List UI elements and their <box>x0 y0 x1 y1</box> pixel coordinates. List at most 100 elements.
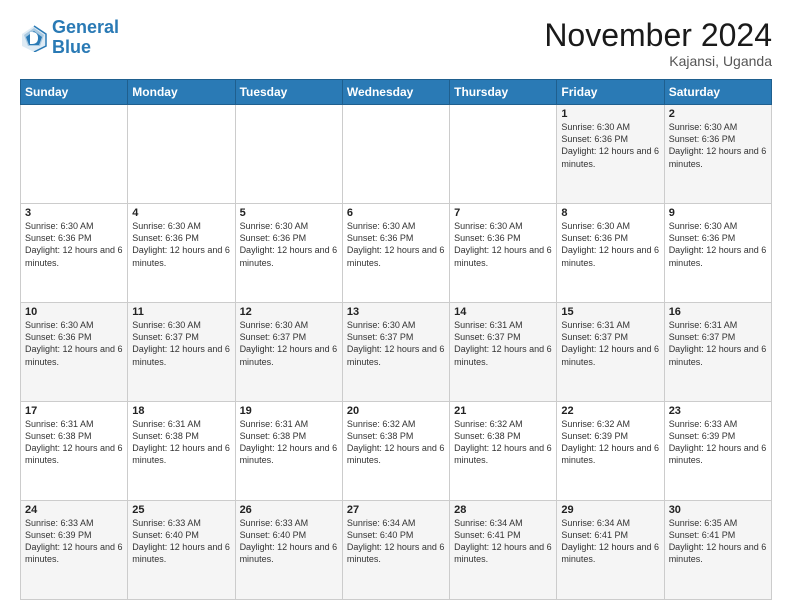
calendar-week-row: 10Sunrise: 6:30 AM Sunset: 6:36 PM Dayli… <box>21 303 772 402</box>
col-thursday: Thursday <box>450 80 557 105</box>
day-detail: Sunrise: 6:32 AM Sunset: 6:38 PM Dayligh… <box>454 418 552 467</box>
calendar-week-row: 17Sunrise: 6:31 AM Sunset: 6:38 PM Dayli… <box>21 402 772 501</box>
day-number: 3 <box>25 207 123 219</box>
day-number: 18 <box>132 405 230 417</box>
day-number: 11 <box>132 306 230 318</box>
calendar-cell: 7Sunrise: 6:30 AM Sunset: 6:36 PM Daylig… <box>450 204 557 303</box>
day-number: 16 <box>669 306 767 318</box>
calendar-cell <box>450 105 557 204</box>
day-number: 22 <box>561 405 659 417</box>
day-detail: Sunrise: 6:30 AM Sunset: 6:36 PM Dayligh… <box>454 220 552 269</box>
day-number: 10 <box>25 306 123 318</box>
calendar-cell <box>128 105 235 204</box>
day-detail: Sunrise: 6:33 AM Sunset: 6:40 PM Dayligh… <box>132 517 230 566</box>
calendar-cell: 12Sunrise: 6:30 AM Sunset: 6:37 PM Dayli… <box>235 303 342 402</box>
calendar-body: 1Sunrise: 6:30 AM Sunset: 6:36 PM Daylig… <box>21 105 772 600</box>
calendar-cell: 25Sunrise: 6:33 AM Sunset: 6:40 PM Dayli… <box>128 501 235 600</box>
header-row: Sunday Monday Tuesday Wednesday Thursday… <box>21 80 772 105</box>
calendar-cell: 27Sunrise: 6:34 AM Sunset: 6:40 PM Dayli… <box>342 501 449 600</box>
day-detail: Sunrise: 6:30 AM Sunset: 6:36 PM Dayligh… <box>347 220 445 269</box>
logo-text: General Blue <box>52 18 119 58</box>
day-detail: Sunrise: 6:34 AM Sunset: 6:41 PM Dayligh… <box>561 517 659 566</box>
title-block: November 2024 Kajansi, Uganda <box>544 18 772 69</box>
day-detail: Sunrise: 6:32 AM Sunset: 6:39 PM Dayligh… <box>561 418 659 467</box>
calendar-cell: 28Sunrise: 6:34 AM Sunset: 6:41 PM Dayli… <box>450 501 557 600</box>
calendar-cell: 26Sunrise: 6:33 AM Sunset: 6:40 PM Dayli… <box>235 501 342 600</box>
day-number: 13 <box>347 306 445 318</box>
day-number: 23 <box>669 405 767 417</box>
day-number: 20 <box>347 405 445 417</box>
day-number: 21 <box>454 405 552 417</box>
day-detail: Sunrise: 6:30 AM Sunset: 6:37 PM Dayligh… <box>132 319 230 368</box>
day-detail: Sunrise: 6:31 AM Sunset: 6:37 PM Dayligh… <box>454 319 552 368</box>
calendar-cell: 24Sunrise: 6:33 AM Sunset: 6:39 PM Dayli… <box>21 501 128 600</box>
calendar-cell: 1Sunrise: 6:30 AM Sunset: 6:36 PM Daylig… <box>557 105 664 204</box>
day-detail: Sunrise: 6:30 AM Sunset: 6:36 PM Dayligh… <box>561 220 659 269</box>
day-number: 14 <box>454 306 552 318</box>
calendar-cell: 14Sunrise: 6:31 AM Sunset: 6:37 PM Dayli… <box>450 303 557 402</box>
day-number: 2 <box>669 108 767 120</box>
day-detail: Sunrise: 6:32 AM Sunset: 6:38 PM Dayligh… <box>347 418 445 467</box>
calendar-cell: 21Sunrise: 6:32 AM Sunset: 6:38 PM Dayli… <box>450 402 557 501</box>
day-number: 8 <box>561 207 659 219</box>
calendar-week-row: 24Sunrise: 6:33 AM Sunset: 6:39 PM Dayli… <box>21 501 772 600</box>
day-number: 29 <box>561 504 659 516</box>
calendar-cell <box>235 105 342 204</box>
calendar-cell: 9Sunrise: 6:30 AM Sunset: 6:36 PM Daylig… <box>664 204 771 303</box>
day-number: 19 <box>240 405 338 417</box>
col-saturday: Saturday <box>664 80 771 105</box>
day-number: 1 <box>561 108 659 120</box>
day-detail: Sunrise: 6:30 AM Sunset: 6:36 PM Dayligh… <box>25 319 123 368</box>
day-detail: Sunrise: 6:33 AM Sunset: 6:39 PM Dayligh… <box>669 418 767 467</box>
day-detail: Sunrise: 6:34 AM Sunset: 6:41 PM Dayligh… <box>454 517 552 566</box>
calendar-cell: 18Sunrise: 6:31 AM Sunset: 6:38 PM Dayli… <box>128 402 235 501</box>
calendar-cell: 19Sunrise: 6:31 AM Sunset: 6:38 PM Dayli… <box>235 402 342 501</box>
logo-icon <box>20 24 48 52</box>
day-detail: Sunrise: 6:33 AM Sunset: 6:40 PM Dayligh… <box>240 517 338 566</box>
day-detail: Sunrise: 6:31 AM Sunset: 6:38 PM Dayligh… <box>25 418 123 467</box>
calendar-cell: 29Sunrise: 6:34 AM Sunset: 6:41 PM Dayli… <box>557 501 664 600</box>
main-title: November 2024 <box>544 18 772 53</box>
day-number: 15 <box>561 306 659 318</box>
logo-line2: Blue <box>52 37 91 57</box>
day-detail: Sunrise: 6:31 AM Sunset: 6:38 PM Dayligh… <box>132 418 230 467</box>
day-number: 5 <box>240 207 338 219</box>
calendar-cell: 30Sunrise: 6:35 AM Sunset: 6:41 PM Dayli… <box>664 501 771 600</box>
calendar-cell: 3Sunrise: 6:30 AM Sunset: 6:36 PM Daylig… <box>21 204 128 303</box>
day-number: 24 <box>25 504 123 516</box>
day-number: 12 <box>240 306 338 318</box>
day-number: 4 <box>132 207 230 219</box>
col-wednesday: Wednesday <box>342 80 449 105</box>
logo: General Blue <box>20 18 119 58</box>
calendar-cell: 13Sunrise: 6:30 AM Sunset: 6:37 PM Dayli… <box>342 303 449 402</box>
calendar-week-row: 3Sunrise: 6:30 AM Sunset: 6:36 PM Daylig… <box>21 204 772 303</box>
day-detail: Sunrise: 6:30 AM Sunset: 6:36 PM Dayligh… <box>25 220 123 269</box>
day-number: 25 <box>132 504 230 516</box>
day-number: 17 <box>25 405 123 417</box>
day-detail: Sunrise: 6:30 AM Sunset: 6:36 PM Dayligh… <box>561 121 659 170</box>
col-sunday: Sunday <box>21 80 128 105</box>
day-number: 26 <box>240 504 338 516</box>
day-detail: Sunrise: 6:35 AM Sunset: 6:41 PM Dayligh… <box>669 517 767 566</box>
calendar-cell: 8Sunrise: 6:30 AM Sunset: 6:36 PM Daylig… <box>557 204 664 303</box>
day-number: 9 <box>669 207 767 219</box>
col-tuesday: Tuesday <box>235 80 342 105</box>
calendar-week-row: 1Sunrise: 6:30 AM Sunset: 6:36 PM Daylig… <box>21 105 772 204</box>
calendar-cell: 17Sunrise: 6:31 AM Sunset: 6:38 PM Dayli… <box>21 402 128 501</box>
col-friday: Friday <box>557 80 664 105</box>
calendar-header: Sunday Monday Tuesday Wednesday Thursday… <box>21 80 772 105</box>
subtitle: Kajansi, Uganda <box>544 53 772 69</box>
calendar-cell <box>21 105 128 204</box>
day-detail: Sunrise: 6:34 AM Sunset: 6:40 PM Dayligh… <box>347 517 445 566</box>
day-detail: Sunrise: 6:30 AM Sunset: 6:36 PM Dayligh… <box>669 121 767 170</box>
calendar-cell: 22Sunrise: 6:32 AM Sunset: 6:39 PM Dayli… <box>557 402 664 501</box>
day-number: 6 <box>347 207 445 219</box>
day-number: 28 <box>454 504 552 516</box>
calendar-cell: 10Sunrise: 6:30 AM Sunset: 6:36 PM Dayli… <box>21 303 128 402</box>
calendar-cell: 23Sunrise: 6:33 AM Sunset: 6:39 PM Dayli… <box>664 402 771 501</box>
calendar-cell: 4Sunrise: 6:30 AM Sunset: 6:36 PM Daylig… <box>128 204 235 303</box>
calendar-cell: 15Sunrise: 6:31 AM Sunset: 6:37 PM Dayli… <box>557 303 664 402</box>
page: General Blue November 2024 Kajansi, Ugan… <box>0 0 792 612</box>
day-detail: Sunrise: 6:30 AM Sunset: 6:36 PM Dayligh… <box>132 220 230 269</box>
header: General Blue November 2024 Kajansi, Ugan… <box>20 18 772 69</box>
